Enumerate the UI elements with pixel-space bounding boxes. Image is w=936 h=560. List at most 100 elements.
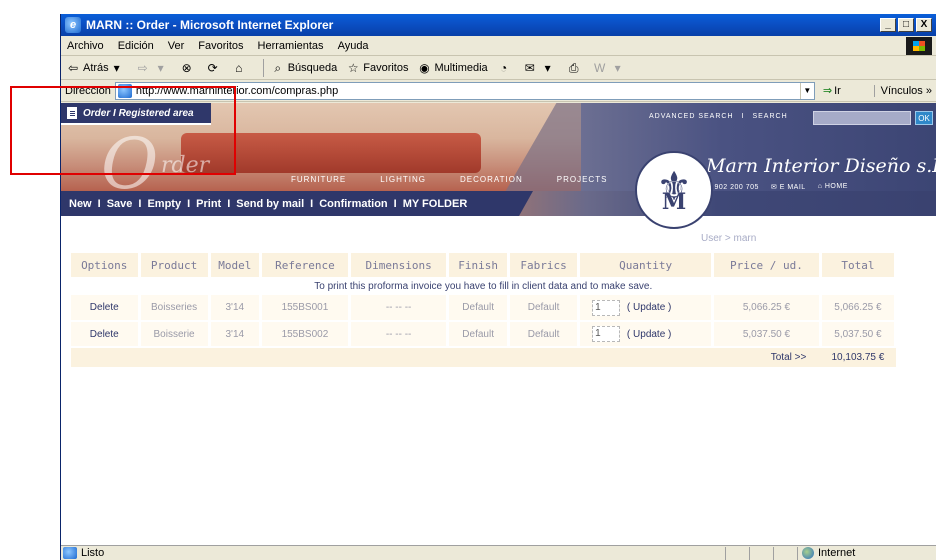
action-bar-tip <box>519 191 533 216</box>
search-button[interactable]: ⌕ Búsqueda <box>270 60 338 76</box>
go-button[interactable]: ⇒ Ir <box>822 84 841 98</box>
menu-edicion[interactable]: Edición <box>118 40 154 52</box>
address-input[interactable]: http://www.marninterior.com/compras.php … <box>114 81 815 100</box>
favorites-button[interactable]: ☆ Favoritos <box>345 60 409 76</box>
update-link[interactable]: ( Update ) <box>627 329 671 340</box>
delete-link[interactable]: Delete <box>71 321 141 348</box>
user-label: User > marn <box>701 233 757 244</box>
media-button[interactable]: ◉ Multimedia <box>416 60 487 76</box>
quantity-input[interactable]: 1 <box>592 326 621 342</box>
links-button[interactable]: Vínculos » <box>873 84 936 97</box>
search-link[interactable]: SEARCH <box>752 113 787 120</box>
window-controls: _ □ X <box>880 18 936 32</box>
price-cell: 5,066.25 € <box>712 295 822 322</box>
menu-bar: Archivo Edición Ver Favoritos Herramient… <box>61 36 936 56</box>
ie-icon: e <box>65 17 81 33</box>
history-button[interactable]: ◔ <box>496 60 514 76</box>
stop-button[interactable]: ⊗ <box>179 60 197 76</box>
table-row: Delete Boisserie 3'14 155BS002 -- -- -- … <box>71 321 898 348</box>
forward-button[interactable]: ⇨ ▾ <box>135 60 171 76</box>
edit-button[interactable]: W ▾ <box>592 60 628 76</box>
close-button[interactable]: X <box>916 18 932 32</box>
email-link[interactable]: ✉ E MAIL <box>771 183 806 191</box>
page-status-icon <box>63 547 77 559</box>
minimize-button[interactable]: _ <box>880 18 896 32</box>
quantity-input[interactable]: 1 <box>592 299 621 316</box>
nav-decoration[interactable]: DECORATION <box>460 175 523 184</box>
banner-script-word: rder <box>161 153 210 178</box>
header-dimensions: Dimensions <box>349 253 450 277</box>
save-button[interactable]: Save <box>107 198 133 210</box>
header-product: Product <box>139 253 211 277</box>
total-cell: 5,066.25 € <box>820 295 898 322</box>
home-button[interactable]: ⌂ <box>231 60 249 76</box>
finish-cell: Default <box>447 321 511 348</box>
empty-button[interactable]: Empty <box>147 198 181 210</box>
window-title: MARN :: Order - Microsoft Internet Explo… <box>86 18 334 32</box>
menu-ayuda[interactable]: Ayuda <box>338 40 369 52</box>
dropdown-arrow-icon: ▾ <box>157 60 164 75</box>
quantity-cell: 1 ( Update ) <box>578 295 715 322</box>
media-icon: ◉ <box>419 60 430 75</box>
advanced-search-link[interactable]: ADVANCED SEARCH <box>649 113 734 120</box>
delete-link[interactable]: Delete <box>71 295 141 322</box>
top-search-links: ADVANCED SEARCH I SEARCH <box>649 113 788 120</box>
go-arrow-icon: ⇒ <box>822 85 833 97</box>
title-bar: e MARN :: Order - Microsoft Internet Exp… <box>61 14 936 36</box>
header-quantity: Quantity <box>578 253 715 277</box>
site-search-input[interactable] <box>813 111 911 125</box>
finish-cell: Default <box>447 295 511 322</box>
confirmation-button[interactable]: Confirmation <box>319 198 387 210</box>
total-cell: 5,037.50 € <box>820 321 898 348</box>
menu-favoritos[interactable]: Favoritos <box>198 40 243 52</box>
page-viewport: O rder Order I Registered area FURNITURE… <box>61 103 936 545</box>
new-button[interactable]: New <box>69 198 92 210</box>
status-pane <box>749 546 773 560</box>
my-folder-button[interactable]: MY FOLDER <box>403 198 468 210</box>
menu-herramientas[interactable]: Herramientas <box>258 40 324 52</box>
quantity-cell: 1 ( Update ) <box>578 321 715 348</box>
document-icon <box>67 107 77 119</box>
print-button-site[interactable]: Print <box>196 198 221 210</box>
home-icon: ⌂ <box>235 60 243 75</box>
link-separator: I <box>741 113 745 120</box>
address-dropdown-icon[interactable]: ▼ <box>799 82 814 99</box>
back-button[interactable]: ⇦ Atrás ▾ <box>65 60 127 76</box>
refresh-button[interactable]: ⟳ <box>205 60 223 76</box>
home-link[interactable]: ⌂ HOME <box>818 183 848 191</box>
invoice-notice: To print this proforma invoice you have … <box>314 280 653 292</box>
stop-icon: ⊗ <box>181 60 192 75</box>
toolbar-separator <box>262 58 264 77</box>
order-table: Options Product Model Reference Dimensio… <box>71 253 898 367</box>
nav-projects[interactable]: PROJECTS <box>557 175 608 184</box>
action-separator: I <box>97 197 101 210</box>
nav-furniture[interactable]: FURNITURE <box>291 175 346 184</box>
word-icon: W <box>594 60 606 75</box>
menu-archivo[interactable]: Archivo <box>67 40 104 52</box>
order-area-tab[interactable]: Order I Registered area <box>61 103 211 125</box>
print-button[interactable]: ⎙ <box>566 60 584 76</box>
menu-ver[interactable]: Ver <box>168 40 185 52</box>
model-cell: 3'14 <box>209 321 262 348</box>
printer-icon: ⎙ <box>568 60 579 75</box>
action-separator: I <box>393 197 397 210</box>
action-separator: I <box>310 197 314 210</box>
order-tab-label: Order I Registered area <box>83 107 194 119</box>
nav-lighting[interactable]: LIGHTING <box>380 175 426 184</box>
maximize-button[interactable]: □ <box>898 18 914 32</box>
send-by-mail-button[interactable]: Send by mail <box>236 198 304 210</box>
dropdown-arrow-icon: ▾ <box>544 60 551 75</box>
globe-icon <box>802 547 814 559</box>
forward-arrow-icon: ⇨ <box>137 60 148 75</box>
table-header-row: Options Product Model Reference Dimensio… <box>71 253 898 277</box>
status-text: Listo <box>81 547 105 559</box>
home-text: HOME <box>824 183 848 190</box>
favorites-label: Favoritos <box>363 61 409 74</box>
search-ok-button[interactable]: OK <box>915 111 933 125</box>
search-label: Búsqueda <box>287 61 338 74</box>
mail-button[interactable]: ✉ ▾ <box>522 60 558 76</box>
update-link[interactable]: ( Update ) <box>627 302 671 313</box>
brand-logo[interactable]: ⚜ M <box>635 151 713 229</box>
order-action-bar: New I Save I Empty I Print I Send by mail I C… <box>61 191 519 216</box>
price-cell: 5,037.50 € <box>712 321 822 348</box>
